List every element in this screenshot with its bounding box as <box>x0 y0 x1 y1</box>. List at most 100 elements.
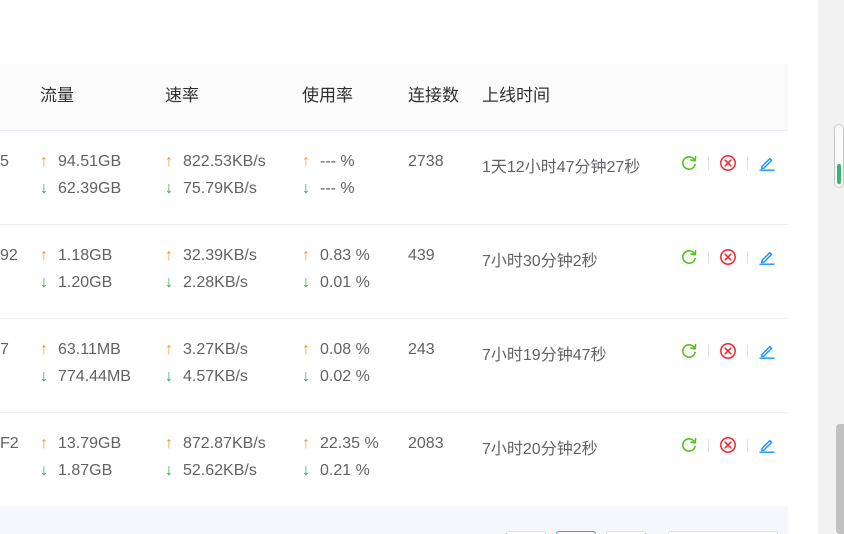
row-actions <box>679 153 777 173</box>
row-id-cell: F2 <box>0 435 19 452</box>
arrow-down-icon: ↓ <box>302 368 310 385</box>
action-divider <box>747 438 748 452</box>
refresh-icon[interactable] <box>679 341 699 361</box>
edit-icon[interactable] <box>757 153 777 173</box>
close-circle-icon[interactable] <box>718 247 738 267</box>
traffic-up-value: 94.51GB <box>58 153 122 170</box>
usage-down: ↓ 0.21 % <box>302 462 370 480</box>
rate-down: ↓ 4.57KB/s <box>165 368 248 386</box>
traffic-up: ↑ 63.11MB <box>40 341 121 359</box>
arrow-up-icon: ↑ <box>165 435 173 452</box>
edit-icon[interactable] <box>757 435 777 455</box>
traffic-up: ↑ 1.18GB <box>40 247 112 265</box>
arrow-down-icon: ↓ <box>165 180 173 197</box>
arrow-down-icon: ↓ <box>40 274 48 291</box>
refresh-icon[interactable] <box>679 435 699 455</box>
usage-down-value: 0.01 % <box>320 274 370 291</box>
rate-up: ↑ 872.87KB/s <box>165 435 266 453</box>
rate-down: ↓ 52.62KB/s <box>165 462 257 480</box>
row-actions <box>679 341 777 361</box>
traffic-up-value: 13.79GB <box>58 435 122 452</box>
scrollbar-thumb[interactable] <box>836 424 844 534</box>
arrow-up-icon: ↑ <box>165 247 173 264</box>
action-divider <box>747 156 748 170</box>
arrow-down-icon: ↓ <box>40 462 48 479</box>
edit-icon[interactable] <box>757 247 777 267</box>
table-row: F2 ↑ 13.79GB ↓ 1.87GB ↑ 872.87KB/s ↓ 52.62KB… <box>0 413 788 507</box>
usage-up-value: 22.35 % <box>320 435 379 452</box>
action-divider <box>747 344 748 358</box>
traffic-up-value: 63.11MB <box>58 341 121 358</box>
rate-down-value: 4.57KB/s <box>183 368 248 385</box>
rate-down: ↓ 2.28KB/s <box>165 274 248 292</box>
page: 流量 速率 使用率 连接数 上线时间 5 ↑ 94.51GB ↓ 62.39GB ↑… <box>0 0 844 534</box>
traffic-up: ↑ 94.51GB <box>40 153 121 171</box>
uptime-value: 7小时19分钟47秒 <box>482 347 607 364</box>
uptime-value: 7小时20分钟2秒 <box>482 441 598 458</box>
header-traffic[interactable]: 流量 <box>40 64 74 130</box>
close-circle-icon[interactable] <box>718 341 738 361</box>
rate-down-value: 75.79KB/s <box>183 180 257 197</box>
rate-up: ↑ 32.39KB/s <box>165 247 257 265</box>
arrow-up-icon: ↑ <box>302 153 310 170</box>
row-actions <box>679 247 777 267</box>
connections-count: 439 <box>408 247 435 264</box>
header-usage[interactable]: 使用率 <box>302 64 353 130</box>
table-header: 流量 速率 使用率 连接数 上线时间 <box>0 64 788 131</box>
usage-up: ↑ 0.83 % <box>302 247 370 265</box>
arrow-up-icon: ↑ <box>40 341 48 358</box>
action-divider <box>708 250 709 264</box>
close-circle-icon[interactable] <box>718 435 738 455</box>
rate-up: ↑ 822.53KB/s <box>165 153 266 171</box>
table-row: 92 ↑ 1.18GB ↓ 1.20GB ↑ 32.39KB/s ↓ 2.28KB/s … <box>0 225 788 319</box>
refresh-icon[interactable] <box>679 247 699 267</box>
action-divider <box>747 250 748 264</box>
usage-up-value: 0.08 % <box>320 341 370 358</box>
header-rate[interactable]: 速率 <box>165 64 199 130</box>
connections-count: 243 <box>408 341 435 358</box>
table-row: 5 ↑ 94.51GB ↓ 62.39GB ↑ 822.53KB/s ↓ 75.79KB… <box>0 131 788 225</box>
arrow-down-icon: ↓ <box>165 368 173 385</box>
traffic-up: ↑ 13.79GB <box>40 435 121 453</box>
traffic-up-value: 1.18GB <box>58 247 113 264</box>
traffic-down: ↓ 1.87GB <box>40 462 112 480</box>
rate-down-value: 2.28KB/s <box>183 274 248 291</box>
traffic-down-value: 774.44MB <box>58 368 131 385</box>
arrow-up-icon: ↑ <box>40 435 48 452</box>
usage-down-value: --- % <box>320 180 355 197</box>
table-row: 7 ↑ 63.11MB ↓ 774.44MB ↑ 3.27KB/s ↓ 4.57KB/s… <box>0 319 788 413</box>
refresh-icon[interactable] <box>679 153 699 173</box>
arrow-down-icon: ↓ <box>40 368 48 385</box>
scroll-position-indicator <box>834 124 844 188</box>
connections-count: 2083 <box>408 435 444 452</box>
action-divider <box>708 438 709 452</box>
uptime-value: 7小时30分钟2秒 <box>482 253 598 270</box>
action-divider <box>708 344 709 358</box>
close-circle-icon[interactable] <box>718 153 738 173</box>
connections-count: 2738 <box>408 153 444 170</box>
edit-icon[interactable] <box>757 341 777 361</box>
header-connections[interactable]: 连接数 <box>408 64 459 130</box>
rate-up: ↑ 3.27KB/s <box>165 341 248 359</box>
uptime-value: 1天12小时47分钟27秒 <box>482 159 641 176</box>
usage-up: ↑ --- % <box>302 153 355 171</box>
usage-down: ↓ --- % <box>302 180 355 198</box>
arrow-up-icon: ↑ <box>302 341 310 358</box>
usage-up-value: --- % <box>320 153 355 170</box>
table-body: 5 ↑ 94.51GB ↓ 62.39GB ↑ 822.53KB/s ↓ 75.79KB… <box>0 131 788 507</box>
usage-down: ↓ 0.01 % <box>302 274 370 292</box>
header-uptime[interactable]: 上线时间 <box>482 64 550 130</box>
traffic-down: ↓ 62.39GB <box>40 180 121 198</box>
table-footer <box>0 506 788 534</box>
arrow-down-icon: ↓ <box>165 462 173 479</box>
arrow-down-icon: ↓ <box>40 180 48 197</box>
usage-up: ↑ 0.08 % <box>302 341 370 359</box>
arrow-down-icon: ↓ <box>302 274 310 291</box>
row-id-cell: 7 <box>0 341 9 358</box>
usage-up-value: 0.83 % <box>320 247 370 264</box>
arrow-down-icon: ↓ <box>302 462 310 479</box>
traffic-down-value: 62.39GB <box>58 180 122 197</box>
usage-up: ↑ 22.35 % <box>302 435 379 453</box>
usage-down-value: 0.02 % <box>320 368 370 385</box>
row-actions <box>679 435 777 455</box>
